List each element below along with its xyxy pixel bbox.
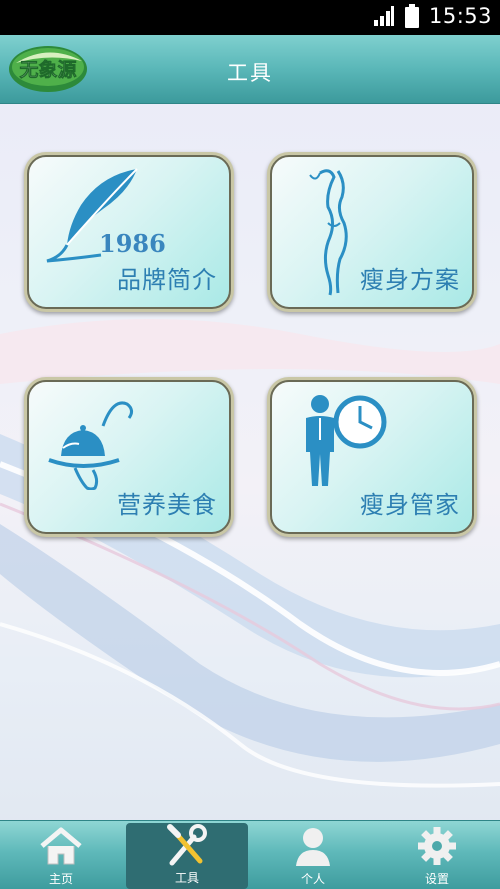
battery-icon (404, 4, 419, 28)
nav-label: 设置 (424, 872, 449, 886)
tile-year-text: 1986 (99, 229, 166, 258)
cloche-dish-icon (48, 401, 134, 490)
signal-icon (373, 6, 394, 26)
page-title: 工具 (227, 61, 273, 85)
person-icon (296, 828, 330, 866)
tile-label: 瘦身方案 (360, 266, 460, 294)
tile-label: 营养美食 (117, 491, 217, 519)
tile-label: 瘦身管家 (360, 491, 460, 519)
tile-brand-intro[interactable]: 1986 品牌简介 (24, 152, 234, 312)
nav-item-personal[interactable]: 个人 (252, 821, 374, 889)
gear-icon (418, 827, 456, 865)
nav-label: 个人 (300, 872, 325, 886)
nav-label: 主页 (48, 872, 73, 886)
tile-slimming-manager[interactable]: 瘦身管家 (267, 377, 477, 537)
tile-slimming-plan[interactable]: 瘦身方案 (267, 152, 477, 312)
tile-label: 品牌简介 (117, 266, 217, 294)
tile-nutrition-food[interactable]: 营养美食 (24, 377, 234, 537)
person-clock-icon (306, 395, 387, 486)
tools-icon (167, 824, 207, 866)
title-bar: 无象源 工具 (0, 35, 500, 104)
nav-item-tools[interactable]: 工具 (126, 823, 248, 889)
nav-item-settings[interactable]: 设置 (376, 821, 498, 889)
bottom-nav: 主页 工具 个人 设置 (0, 820, 500, 889)
nav-item-home[interactable]: 主页 (0, 821, 122, 889)
nav-label: 工具 (174, 871, 199, 885)
status-bar: 15:53 (0, 0, 500, 35)
body-silhouette-icon (309, 169, 348, 296)
status-time: 15:53 (428, 4, 492, 28)
home-icon (40, 827, 82, 865)
